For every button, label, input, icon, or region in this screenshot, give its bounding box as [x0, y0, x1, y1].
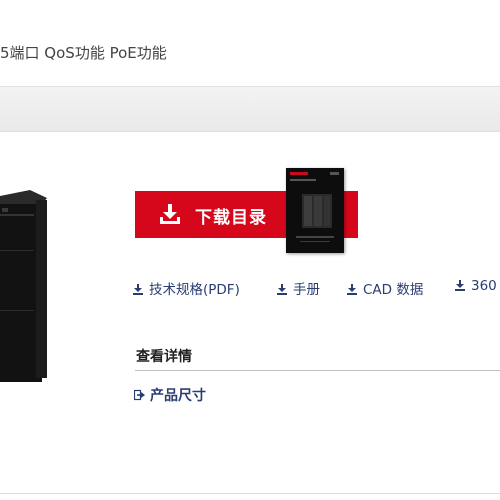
link-label: 技术规格(PDF) — [149, 282, 240, 298]
bottom-divider — [0, 493, 500, 494]
details-divider — [135, 370, 500, 371]
link-product-dimensions[interactable]: 产品尺寸 — [133, 385, 206, 405]
detail-link-label: 产品尺寸 — [150, 388, 206, 404]
arrow-right-icon — [133, 389, 146, 405]
catalog-thumbnail[interactable] — [286, 168, 344, 253]
link-spec-pdf[interactable]: 技术规格(PDF) — [133, 278, 240, 299]
product-image — [0, 190, 47, 382]
link-360[interactable]: 360 — [455, 278, 497, 295]
details-heading: 查看详情 — [136, 349, 192, 365]
download-icon — [159, 203, 181, 229]
download-small-icon — [455, 279, 465, 295]
tab-bar — [0, 86, 500, 132]
link-cad-data[interactable]: CAD 数据 — [347, 278, 423, 299]
download-small-icon — [347, 283, 357, 299]
download-small-icon — [133, 283, 143, 299]
link-label: CAD 数据 — [363, 282, 424, 298]
product-title: 5端口 QoS功能 PoE功能 — [0, 44, 167, 62]
link-label: 手册 — [293, 282, 320, 298]
download-small-icon — [277, 283, 287, 299]
link-label: 360 — [471, 278, 497, 294]
download-catalog-label: 下载目录 — [195, 208, 267, 228]
link-manual[interactable]: 手册 — [277, 278, 320, 299]
